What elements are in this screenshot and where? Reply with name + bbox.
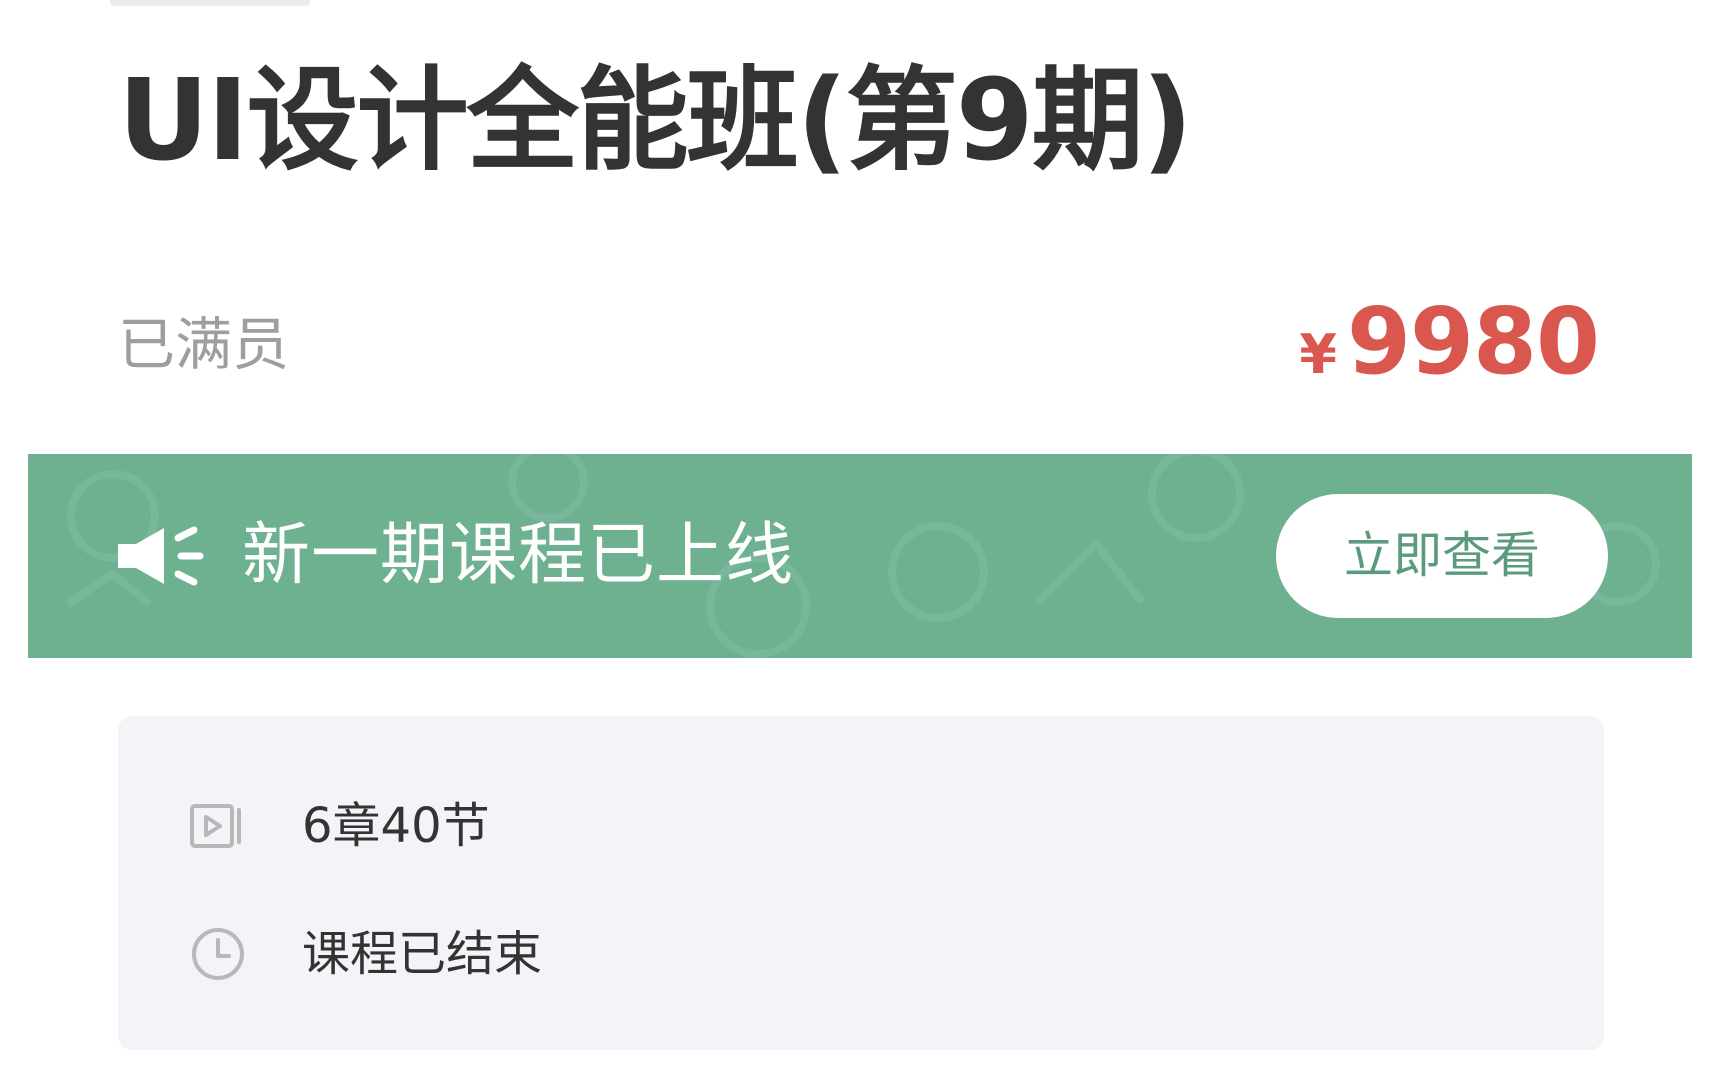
speaker-icon (118, 526, 204, 586)
schedule-info-row: 课程已结束 (188, 914, 542, 994)
top-edge-element (110, 0, 310, 6)
course-price: ¥ 9980 (1299, 288, 1600, 395)
new-course-announcement-banner[interactable]: 新一期课程已上线 立即查看 (28, 454, 1692, 658)
currency-symbol: ¥ (1299, 323, 1337, 386)
lessons-info-row: 6章40节 (188, 786, 490, 866)
course-title: UI设计全能班(第9期) (118, 56, 1193, 186)
announcement-text: 新一期课程已上线 (242, 516, 795, 595)
course-info-card: 6章40节 课程已结束 (118, 716, 1604, 1050)
view-now-button[interactable]: 立即查看 (1276, 494, 1608, 618)
lessons-count: 6章40节 (302, 798, 490, 854)
course-schedule-status: 课程已结束 (302, 926, 543, 982)
price-value: 9980 (1346, 288, 1600, 395)
enrollment-status: 已满员 (118, 312, 289, 378)
clock-icon (192, 928, 244, 980)
video-lessons-icon (190, 804, 241, 848)
